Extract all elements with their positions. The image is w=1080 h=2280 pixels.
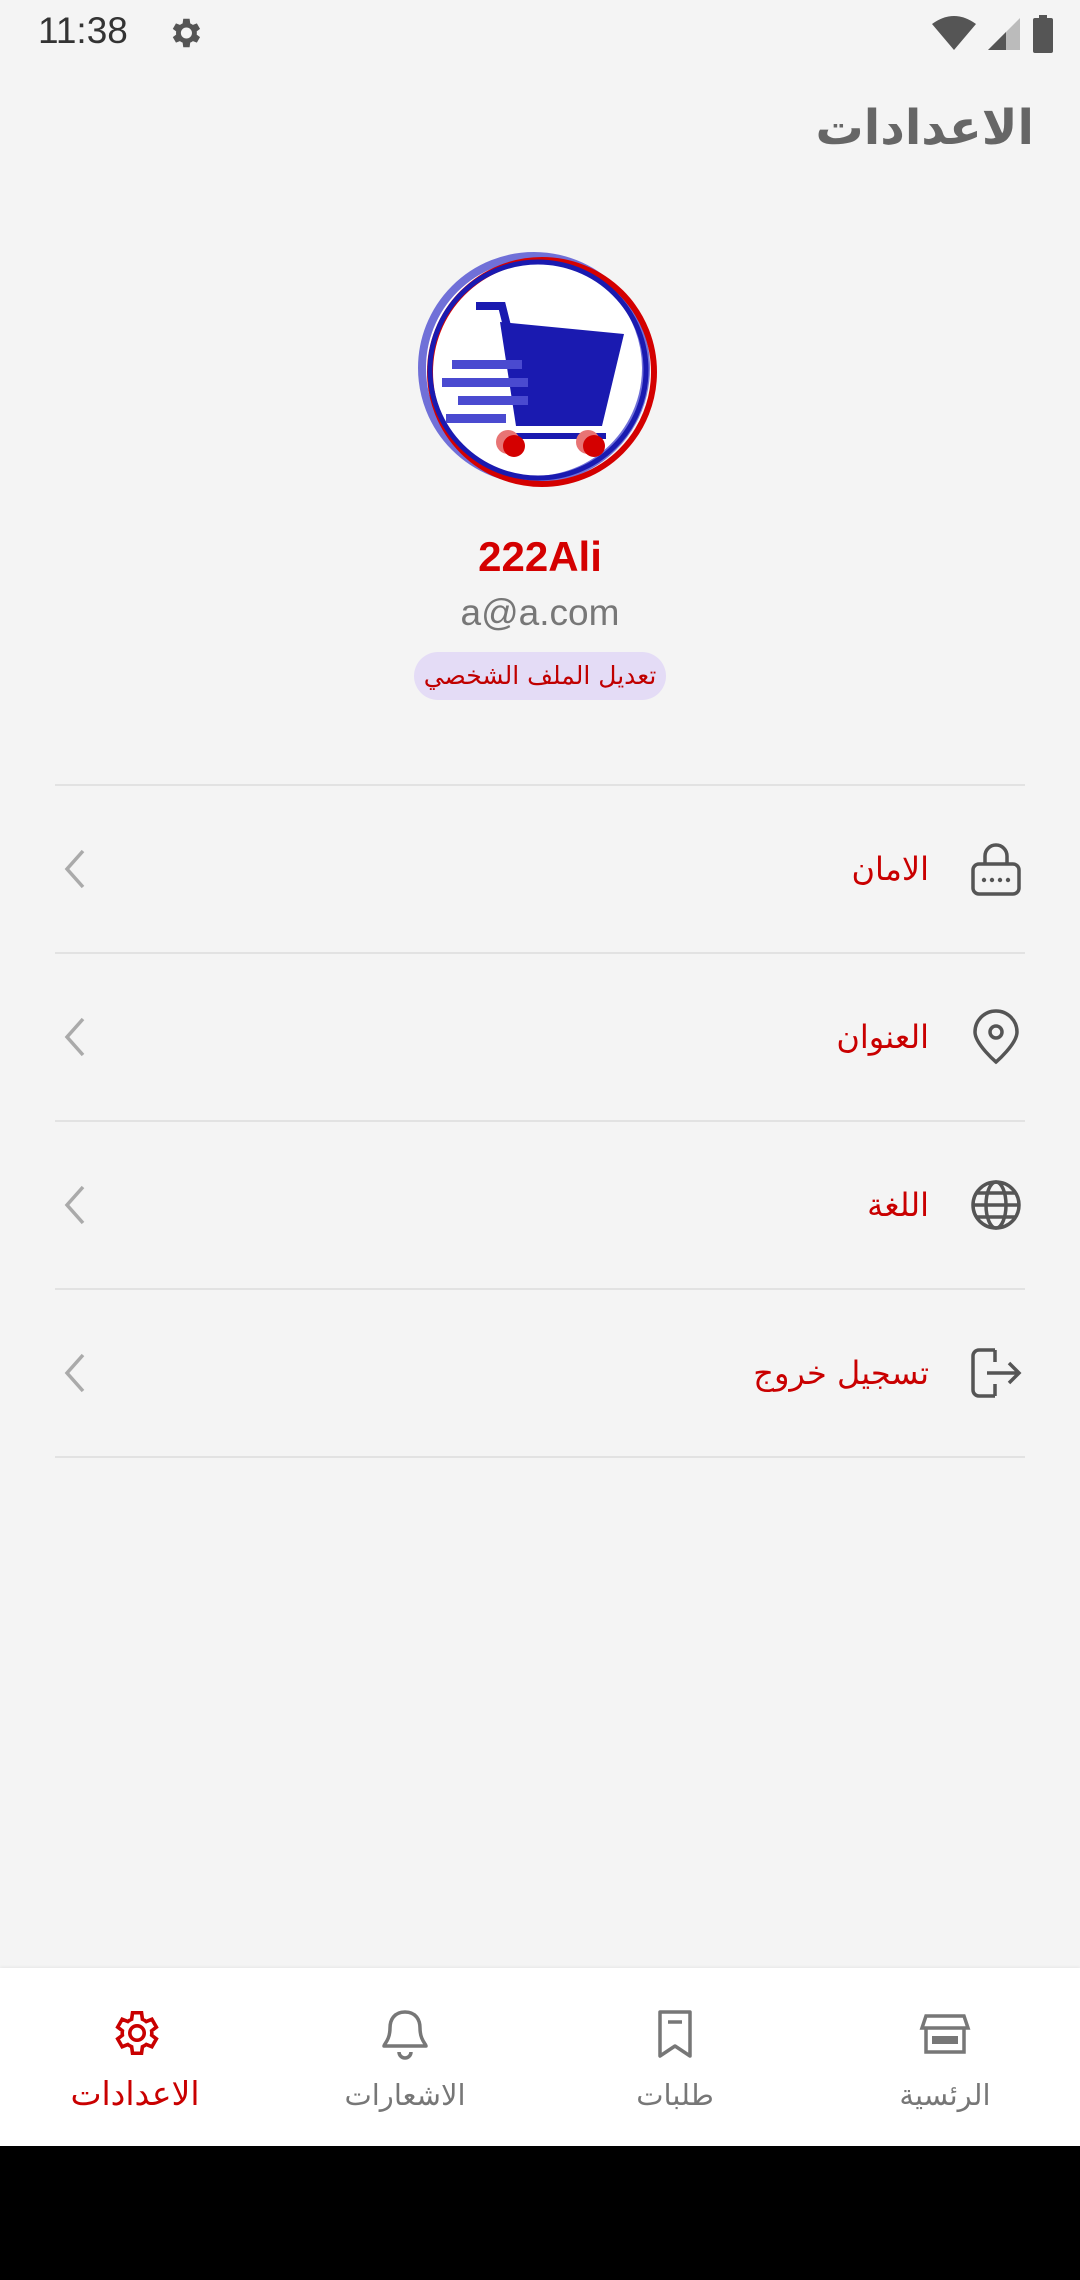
settings-icon xyxy=(172,18,201,48)
profile-name: 222Ali xyxy=(478,533,602,580)
nav-item-notifications[interactable]: الاشعارات xyxy=(270,1968,540,2146)
menu-item-label: تسجيل خروج xyxy=(753,1354,929,1392)
nav-item-settings[interactable]: الاعدادات xyxy=(0,1968,270,2146)
signal-icon xyxy=(988,18,1020,50)
nav-item-home[interactable]: الرئسية xyxy=(810,1968,1080,2146)
menu-item-label: العنوان xyxy=(836,1018,929,1056)
edit-profile-wrap: تعديل الملف الشخصي xyxy=(0,652,1080,700)
chevron-left-icon xyxy=(64,1017,85,1057)
nav-item-orders[interactable]: طلبات xyxy=(540,1968,810,2146)
bottom-nav: الرئسية طلبات الاشعارات الاعدادات xyxy=(0,1968,1080,2146)
system-navigation-bar xyxy=(0,2146,1080,2280)
settings-menu: الامان العنوان اللغة تسجيل خروج xyxy=(55,784,1025,1458)
nav-label: الاشعارات xyxy=(344,2078,466,2112)
profile-email: a@a.com xyxy=(460,592,620,633)
menu-item-security[interactable]: الامان xyxy=(55,786,1025,952)
logout-icon xyxy=(971,1348,1022,1398)
bell-icon xyxy=(382,2010,428,2060)
chevron-left-icon xyxy=(64,1353,85,1393)
battery-icon xyxy=(1033,15,1053,53)
menu-item-label: الامان xyxy=(851,850,929,888)
menu-item-label: اللغة xyxy=(867,1186,929,1224)
bookmark-icon xyxy=(658,2010,692,2058)
chevron-left-icon xyxy=(64,849,85,889)
menu-item-language[interactable]: اللغة xyxy=(55,1122,1025,1288)
avatar[interactable] xyxy=(410,250,666,492)
store-icon xyxy=(919,2014,971,2054)
nav-label: طلبات xyxy=(636,2078,714,2112)
edit-profile-button[interactable]: تعديل الملف الشخصي xyxy=(413,652,667,700)
nav-label: الرئسية xyxy=(899,2078,991,2112)
status-bar: 11:38 xyxy=(0,0,1080,66)
status-time: 11:38 xyxy=(38,10,128,51)
globe-icon xyxy=(971,1180,1021,1230)
location-pin-icon xyxy=(973,1009,1019,1065)
wifi-icon xyxy=(932,16,976,50)
chevron-left-icon xyxy=(64,1185,85,1225)
menu-item-logout[interactable]: تسجيل خروج xyxy=(55,1290,1025,1456)
nav-label: الاعدادات xyxy=(70,2074,200,2113)
divider xyxy=(55,1456,1025,1458)
lock-icon xyxy=(971,843,1021,896)
status-right-icons xyxy=(932,14,1054,54)
page-title: الاعدادات xyxy=(815,100,1034,156)
settings-icon xyxy=(115,2010,159,2056)
menu-item-address[interactable]: العنوان xyxy=(55,954,1025,1120)
